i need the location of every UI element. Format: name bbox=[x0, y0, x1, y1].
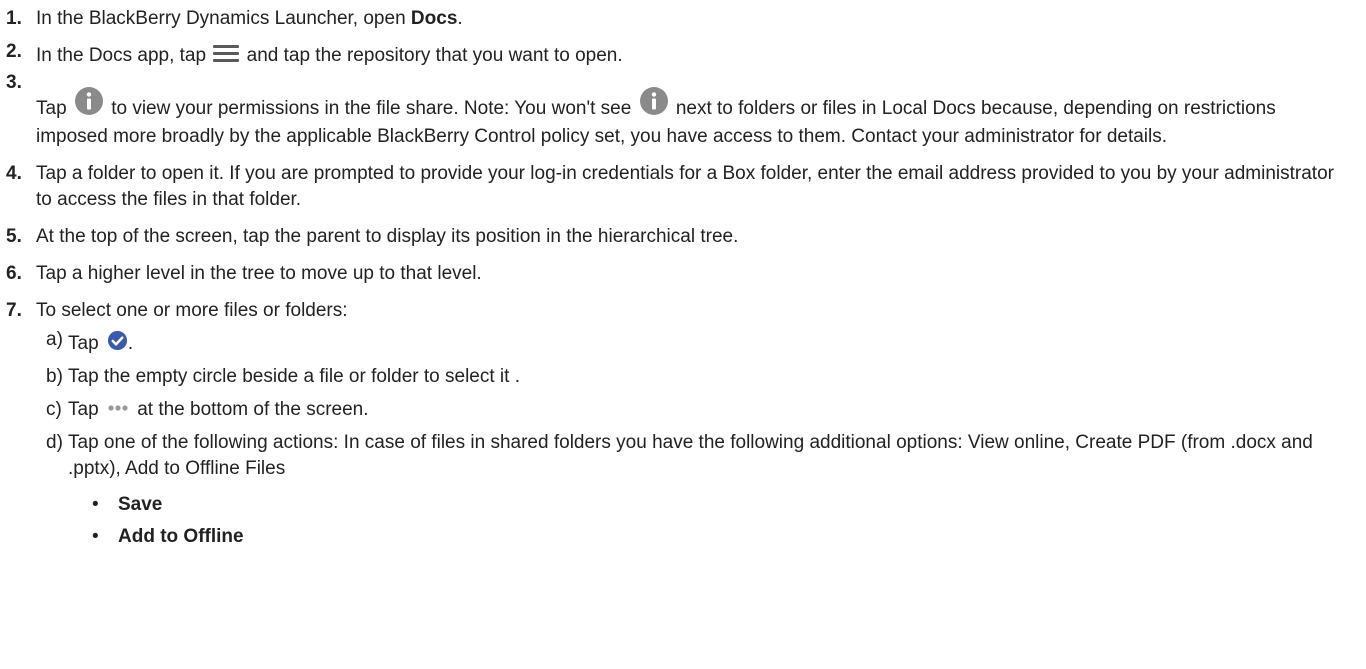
step-text: At the top of the screen, tap the parent… bbox=[36, 226, 739, 247]
action-list: • Save • Add to Offline bbox=[68, 492, 1352, 550]
substep-b: b) Tap the empty circle beside a file or… bbox=[46, 364, 1352, 390]
step-number: 3. bbox=[6, 72, 22, 93]
step-text: Tap a higher level in the tree to move u… bbox=[36, 263, 482, 284]
substep-letter: a) bbox=[46, 329, 63, 350]
action-item-save: • Save bbox=[92, 492, 1352, 518]
substep-text: Tap one of the following actions: In cas… bbox=[68, 432, 1313, 479]
more-dots-icon bbox=[108, 405, 128, 411]
substep-text: Tap the empty circle beside a file or fo… bbox=[68, 366, 520, 387]
menu-icon bbox=[213, 44, 240, 63]
substep-c: c) Tap at the bottom of the screen. bbox=[46, 397, 1352, 423]
step-number: 7. bbox=[6, 300, 22, 321]
substep-d: d) Tap one of the following actions: In … bbox=[46, 430, 1352, 556]
step-text: In the BlackBerry Dynamics Launcher, ope… bbox=[36, 8, 411, 29]
info-icon bbox=[74, 87, 103, 115]
substep-letter: d) bbox=[46, 432, 63, 453]
step-number: 5. bbox=[6, 226, 22, 247]
step-4: 4. Tap a folder to open it. If you are p… bbox=[0, 161, 1366, 213]
action-item-add-to-offline: • Add to Offline bbox=[92, 524, 1352, 550]
step-1: 1. In the BlackBerry Dynamics Launcher, … bbox=[0, 6, 1366, 32]
substep-letter: c) bbox=[46, 399, 62, 420]
instructions-document: 1. In the BlackBerry Dynamics Launcher, … bbox=[0, 0, 1366, 563]
bullet: • bbox=[92, 494, 99, 515]
docs-app-name: Docs bbox=[410, 8, 458, 29]
step-5: 5. At the top of the screen, tap the par… bbox=[0, 224, 1366, 250]
step-7: 7. To select one or more files or folder… bbox=[0, 298, 1366, 563]
step-text: To select one or more files or folders: bbox=[36, 300, 348, 321]
substep-list: a) Tap . b) Tap the empty circle beside … bbox=[36, 329, 1352, 556]
info-icon bbox=[639, 87, 668, 115]
step-text: Tap a folder to open it. If you are prom… bbox=[36, 163, 1334, 210]
substep-a: a) Tap . bbox=[46, 329, 134, 354]
step-text: In the Docs app, tap bbox=[36, 45, 212, 66]
step-number: 4. bbox=[6, 163, 22, 184]
step-number: 2. bbox=[6, 41, 22, 62]
checkmark-circle-icon bbox=[107, 331, 127, 351]
substep-letter: b) bbox=[46, 366, 63, 387]
step-number: 6. bbox=[6, 263, 22, 284]
step-3: 3. Tap to view your permissions in the f… bbox=[0, 72, 1366, 150]
step-2: 2. In the Docs app, tap and tap the repo… bbox=[0, 41, 1366, 69]
step-number: 1. bbox=[6, 8, 22, 29]
step-6: 6. Tap a higher level in the tree to mov… bbox=[0, 261, 1366, 287]
step-text: Tap bbox=[36, 98, 72, 120]
bullet: • bbox=[92, 526, 99, 547]
